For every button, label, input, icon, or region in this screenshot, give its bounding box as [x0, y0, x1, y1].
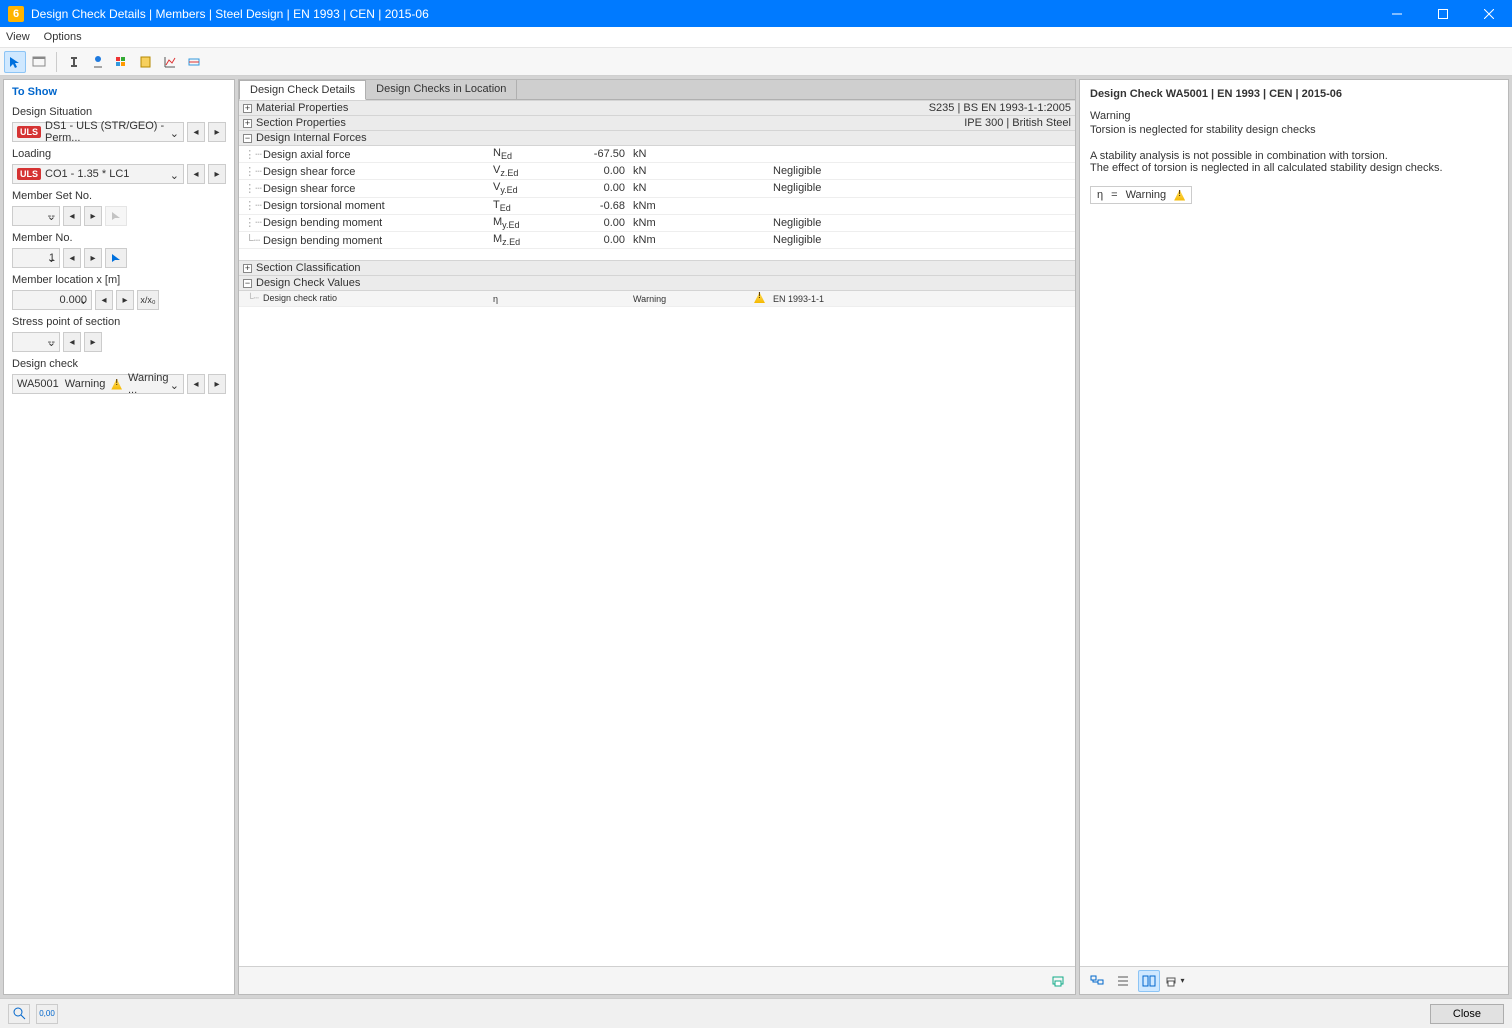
uls-tag: ULS — [17, 126, 41, 138]
table-row: ⋮┄Design axial forceNEd-67.50kN — [239, 146, 1075, 163]
palette-tool-icon[interactable] — [111, 51, 133, 73]
bottom-bar: 0,00 Close — [0, 998, 1512, 1028]
chevron-down-icon: ⌄ — [79, 294, 88, 307]
detail-view-icon[interactable] — [1138, 970, 1160, 992]
member-no-label: Member No. — [12, 232, 226, 244]
table-row: ⋮┄Design shear forceVy.Ed0.00kNNegligibl… — [239, 180, 1075, 197]
menu-view[interactable]: View — [6, 31, 30, 43]
chart-tool-icon[interactable] — [159, 51, 181, 73]
title-bar: 6 Design Check Details | Members | Steel… — [0, 0, 1512, 27]
warning-icon — [754, 292, 765, 303]
warning-icon — [1174, 190, 1185, 201]
close-window-button[interactable] — [1466, 0, 1512, 27]
results-tool-icon[interactable] — [183, 51, 205, 73]
sp-prev-button[interactable]: ◂ — [63, 332, 81, 352]
app-icon: 6 — [8, 6, 24, 22]
sidebar-title: To Show — [12, 86, 226, 98]
loading-select[interactable]: ULS CO1 - 1.35 * LC1 ⌄ — [12, 164, 184, 184]
tab-design-checks-location[interactable]: Design Checks in Location — [366, 80, 517, 99]
chevron-down-icon: ⌄ — [170, 127, 179, 140]
member-location-input[interactable]: 0.000⌄ — [12, 290, 92, 310]
warning-text-1: Torsion is neglected for stability desig… — [1090, 124, 1498, 136]
chevron-down-icon: ⌄ — [47, 210, 56, 223]
close-button[interactable]: Close — [1430, 1004, 1504, 1024]
table-row: └┄Design check ratioηWarningEN 1993-1-1 — [239, 291, 1075, 307]
table-row: ⋮┄Design torsional momentTEd-0.68kNm — [239, 197, 1075, 214]
mn-prev-button[interactable]: ◂ — [63, 248, 81, 268]
lc-next-button[interactable]: ▸ — [208, 164, 226, 184]
xx0-button[interactable]: x/x₀ — [137, 290, 159, 310]
ml-prev-button[interactable]: ◂ — [95, 290, 113, 310]
design-situation-select[interactable]: ULS DS1 - ULS (STR/GEO) - Perm... ⌄ — [12, 122, 184, 142]
member-no-select[interactable]: 1⌄ — [12, 248, 60, 268]
list-view-icon[interactable] — [1112, 970, 1134, 992]
toolbar — [0, 48, 1512, 76]
ms-prev-button[interactable]: ◂ — [63, 206, 81, 226]
result-box: η = Warning — [1090, 186, 1192, 204]
mn-next-button[interactable]: ▸ — [84, 248, 102, 268]
select-tool-icon[interactable] — [4, 51, 26, 73]
chevron-down-icon: ⌄ — [170, 169, 179, 182]
search-icon[interactable] — [8, 1004, 30, 1024]
tree-view-icon[interactable] — [1086, 970, 1108, 992]
expand-icon[interactable]: + — [243, 119, 252, 128]
sidebar: To Show Design Situation ULS DS1 - ULS (… — [3, 79, 235, 995]
collapse-icon[interactable]: − — [243, 134, 252, 143]
stress-point-label: Stress point of section — [12, 316, 226, 328]
design-check-select[interactable]: WA5001 Warning Warning ... ⌄ — [12, 374, 184, 394]
chevron-down-icon: ⌄ — [170, 379, 179, 392]
menu-options[interactable]: Options — [44, 31, 82, 43]
units-icon[interactable]: 0,00 — [36, 1004, 58, 1024]
sp-next-button[interactable]: ▸ — [84, 332, 102, 352]
ms-next-button[interactable]: ▸ — [84, 206, 102, 226]
member-set-pick-icon[interactable] — [105, 206, 127, 226]
ds-prev-button[interactable]: ◂ — [187, 122, 205, 142]
warning-icon — [111, 379, 122, 390]
design-check-label: Design check — [12, 358, 226, 370]
details-title: Design Check WA5001 | EN 1993 | CEN | 20… — [1090, 88, 1498, 100]
ds-next-button[interactable]: ▸ — [208, 122, 226, 142]
window-tool-icon[interactable] — [28, 51, 50, 73]
design-situation-label: Design Situation — [12, 106, 226, 118]
table-row: ⋮┄Design bending momentMy.Ed0.00kNmNegli… — [239, 214, 1075, 231]
window-title: Design Check Details | Members | Steel D… — [31, 7, 1374, 21]
warning-text-3: The effect of torsion is neglected in al… — [1090, 162, 1498, 174]
report-tool-icon[interactable] — [135, 51, 157, 73]
right-pane: Design Check WA5001 | EN 1993 | CEN | 20… — [1079, 79, 1509, 995]
uls-tag-2: ULS — [17, 168, 41, 180]
print-dropdown-icon[interactable]: ▾ — [1164, 970, 1186, 992]
dc-prev-button[interactable]: ◂ — [187, 374, 205, 394]
expand-icon[interactable]: + — [243, 104, 252, 113]
properties-table: +Material PropertiesS235 | BS EN 1993-1-… — [239, 100, 1075, 307]
maximize-button[interactable] — [1420, 0, 1466, 27]
menu-bar: View Options — [0, 27, 1512, 48]
member-set-select[interactable]: --⌄ — [12, 206, 60, 226]
collapse-icon[interactable]: − — [243, 279, 252, 288]
tab-design-check-details[interactable]: Design Check Details — [239, 80, 366, 100]
loads-tool-icon[interactable] — [87, 51, 109, 73]
center-pane: Design Check Details Design Checks in Lo… — [238, 79, 1076, 995]
expand-icon[interactable]: + — [243, 264, 252, 273]
table-row: └┄Design bending momentMz.Ed0.00kNmNegli… — [239, 231, 1075, 248]
chevron-down-icon: ⌄ — [47, 252, 56, 265]
minimize-button[interactable] — [1374, 0, 1420, 27]
member-pick-icon[interactable] — [105, 248, 127, 268]
section-tool-icon[interactable] — [63, 51, 85, 73]
stress-point-select[interactable]: --⌄ — [12, 332, 60, 352]
chevron-down-icon: ⌄ — [47, 336, 56, 349]
warning-text-2: A stability analysis is not possible in … — [1090, 150, 1498, 162]
print-preview-icon[interactable] — [1047, 970, 1069, 992]
dc-next-button[interactable]: ▸ — [208, 374, 226, 394]
warning-heading: Warning — [1090, 110, 1498, 122]
loading-label: Loading — [12, 148, 226, 160]
lc-prev-button[interactable]: ◂ — [187, 164, 205, 184]
table-row: ⋮┄Design shear forceVz.Ed0.00kNNegligibl… — [239, 163, 1075, 180]
ml-next-button[interactable]: ▸ — [116, 290, 134, 310]
member-location-label: Member location x [m] — [12, 274, 226, 286]
member-set-label: Member Set No. — [12, 190, 226, 202]
